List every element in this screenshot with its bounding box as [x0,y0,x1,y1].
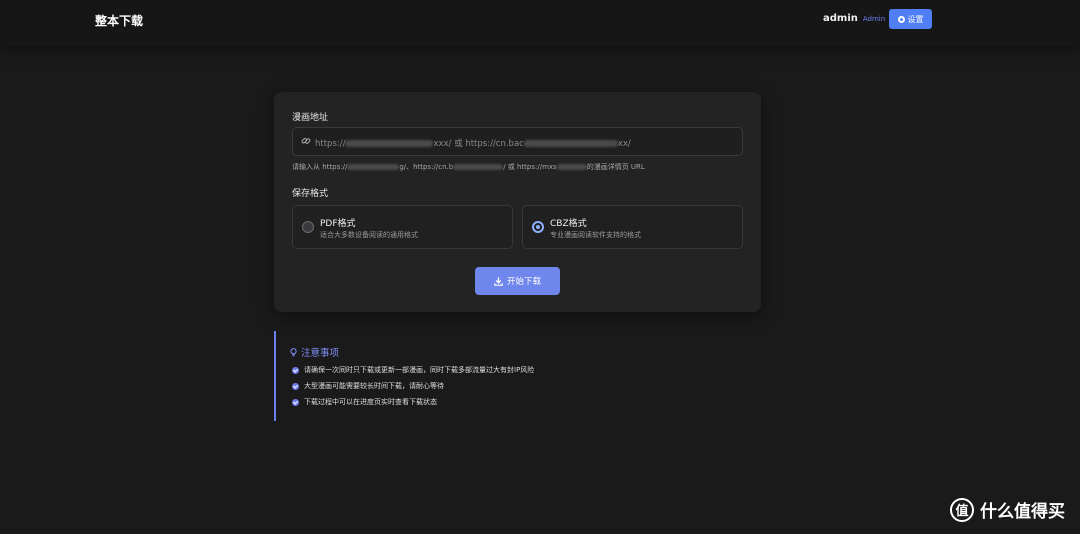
settings-button[interactable]: 设置 [889,9,932,29]
url-placeholder: https:// xxx/ 或 https://cn.bac xx/ [315,137,631,149]
cbz-radio[interactable] [532,221,544,233]
url-placeholder-start: https:// [315,139,346,149]
start-download-label: 开始下载 [506,277,541,287]
top-header: 整本下载 admin Admin 设置 [0,0,1080,46]
redacted-text [453,164,504,170]
redacted-text [523,140,618,147]
url-label: 漫画地址 [292,113,329,123]
redacted-text [347,164,400,170]
url-placeholder-end: xx/ [617,139,631,149]
user-role-badge: Admin [862,15,886,23]
redacted-text [345,140,434,147]
format-option-desc: 专业漫画阅读软件支持的格式 [550,231,641,239]
watermark-logo: 值 [950,497,974,522]
format-option-title: PDF格式 [320,219,356,229]
user-name: admin [823,13,858,24]
lightbulb-icon [290,347,297,356]
watermark-text: 什么值得买 [980,502,1065,522]
check-circle-icon [292,398,299,406]
redacted-text [556,164,587,170]
format-label: 保存格式 [292,189,329,199]
download-form-card: 漫画地址 https:// xxx/ 或 https://cn.bac xx/ 请输… [274,92,761,312]
help-part-a: 请输入从 https:// [292,163,348,171]
list-item: 下载过程中可以在进度页实时查看下载状态 [292,397,437,407]
check-circle-icon [292,382,299,390]
link-icon [301,137,311,144]
url-field[interactable]: https:// xxx/ 或 https://cn.bac xx/ [292,127,743,156]
url-help-text: 请输入从 https:// g/、https://cn.b / 或 https://… [292,162,645,172]
user-info: admin Admin [823,13,885,24]
help-part-b: g/、https://cn.b [399,163,454,171]
url-placeholder-mid: xxx/ 或 https://cn.bac [433,139,524,149]
gear-icon [897,15,905,23]
download-icon [494,277,503,286]
brand-title[interactable]: 整本下载 [95,12,143,29]
help-part-d: 的漫画详情页 URL [586,163,645,171]
format-option-pdf[interactable]: PDF格式 适合大多数设备阅读的通用格式 [292,205,513,249]
notes-panel: 注意事项 请确保一次同时只下载或更新一部漫画，同时下载多部流量过大有封IP风险 … [274,331,574,421]
format-option-cbz[interactable]: CBZ格式 专业漫画阅读软件支持的格式 [522,205,743,249]
list-item: 请确保一次同时只下载或更新一部漫画，同时下载多部流量过大有封IP风险 [292,365,534,375]
help-part-c: / 或 https://mxs [503,163,557,171]
format-option-desc: 适合大多数设备阅读的通用格式 [320,231,418,239]
settings-button-label: 设置 [907,14,924,24]
note-text: 请确保一次同时只下载或更新一部漫画，同时下载多部流量过大有封IP风险 [304,366,535,374]
format-option-title: CBZ格式 [550,219,587,229]
pdf-radio[interactable] [302,221,314,233]
notes-title: 注意事项 [301,348,340,359]
notes-heading: 注意事项 [290,345,339,359]
check-circle-icon [292,366,299,374]
list-item: 大型漫画可能需要较长时间下载，请耐心等待 [292,381,444,391]
note-text: 下载过程中可以在进度页实时查看下载状态 [304,398,437,406]
start-download-button[interactable]: 开始下载 [475,267,560,295]
note-text: 大型漫画可能需要较长时间下载，请耐心等待 [304,382,444,390]
watermark: 值 什么值得买 [950,497,1065,522]
